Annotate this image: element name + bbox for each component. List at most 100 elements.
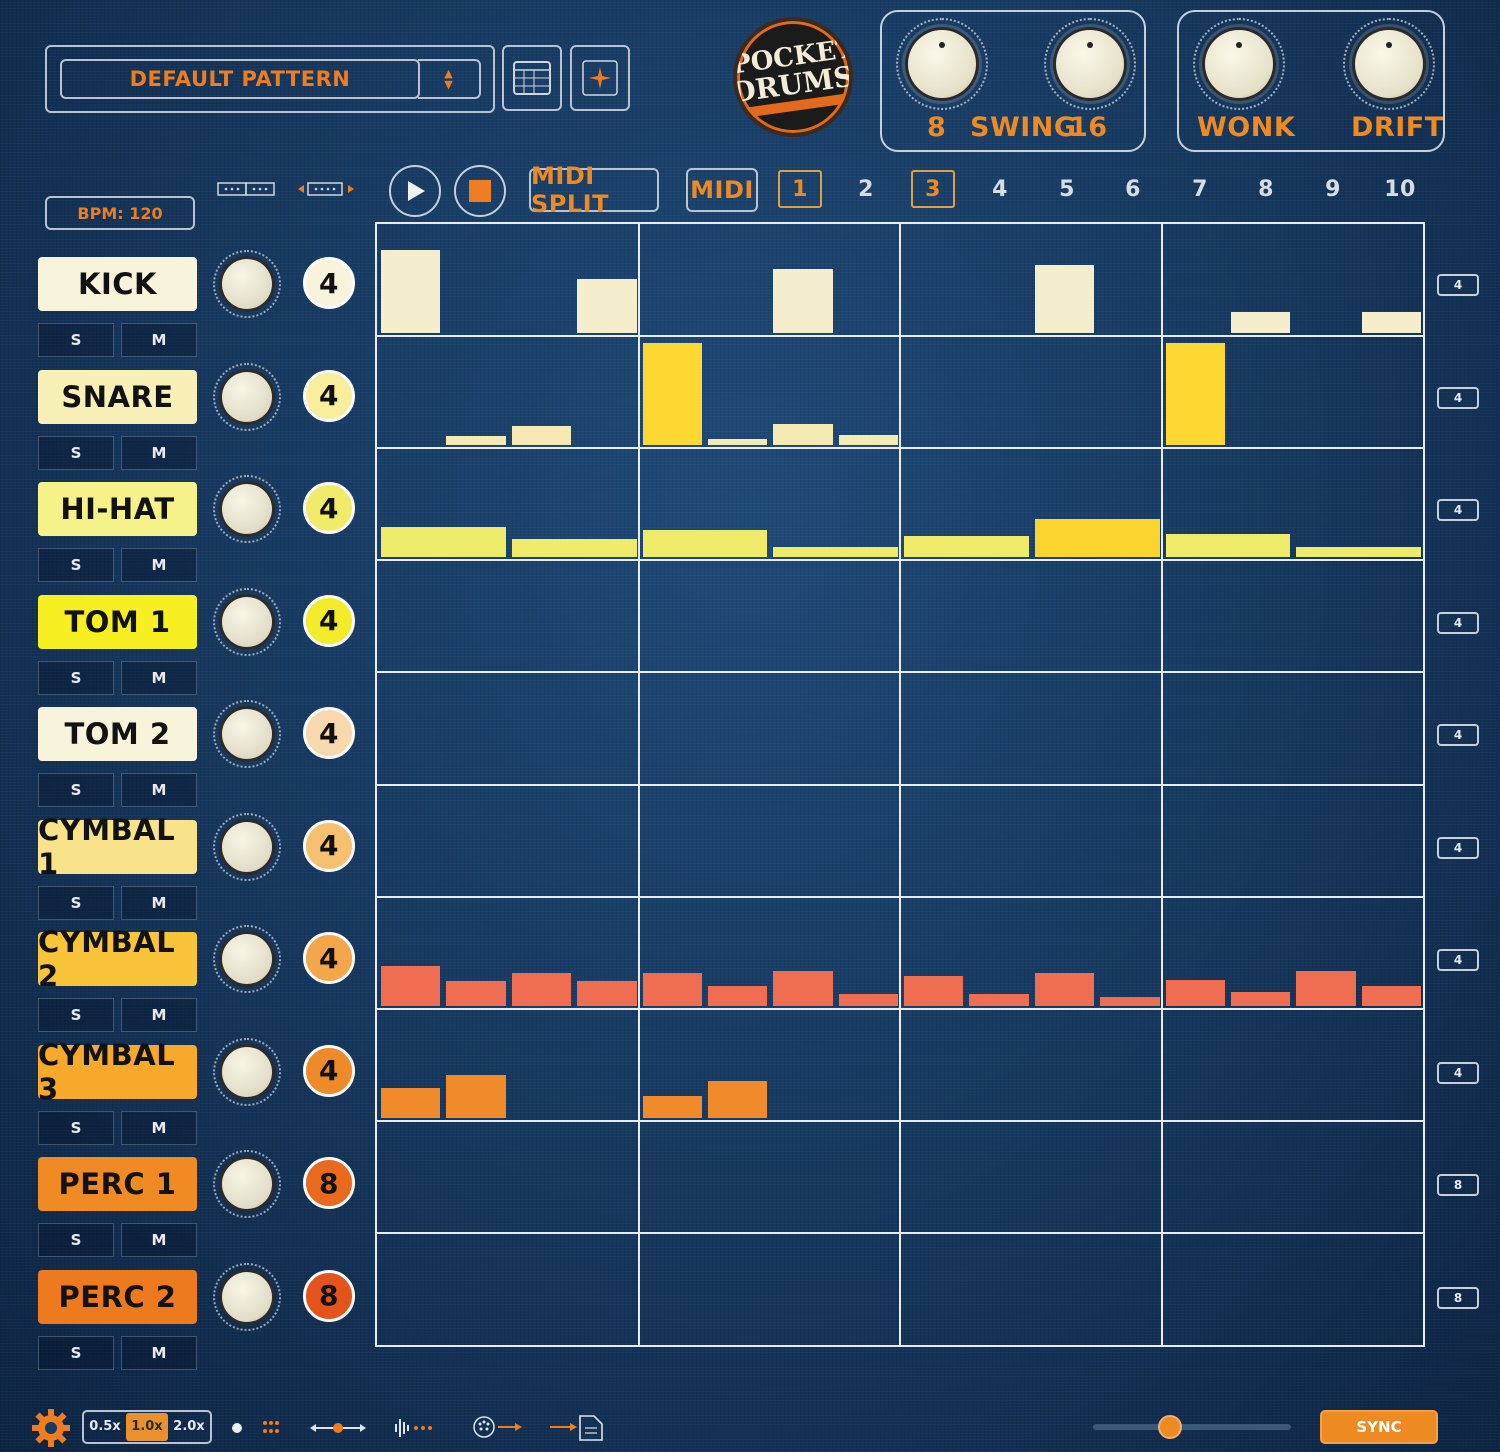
step-velocity-bar[interactable] [381,527,506,558]
step-velocity-bar[interactable] [1361,312,1421,334]
track-volume-knob-kick[interactable] [213,250,281,318]
solo-button-cymbal-2[interactable]: S [38,998,114,1032]
step-velocity-bar[interactable] [1034,518,1160,558]
track-volume-knob-perc-1[interactable] [213,1150,281,1218]
step-velocity-bar[interactable] [1034,265,1095,334]
track-steps-snare[interactable]: 4 [303,369,355,422]
track-volume-knob-snare[interactable] [213,362,281,431]
step-velocity-bar[interactable] [511,973,572,1006]
step-velocity-bar[interactable] [1296,546,1421,558]
step-velocity-bar[interactable] [1230,312,1291,334]
step-velocity-bar[interactable] [446,435,506,446]
track-label-cymbal-3[interactable]: CYMBAL 3 [38,1038,197,1106]
track-steps-perc-1[interactable]: 8 [303,1157,355,1209]
midi-split-button[interactable]: MIDI SPLIT [529,162,659,218]
speed-option[interactable]: 0.5x [84,1413,126,1441]
track-step-count-snare[interactable]: 4 [1437,386,1479,409]
step-velocity-bar[interactable] [1296,971,1356,1006]
mute-button-perc-1[interactable]: M [121,1223,197,1257]
step-velocity-bar[interactable] [969,994,1029,1006]
track-label-tom-1[interactable]: TOM 1 [38,594,197,649]
pattern-slot-2[interactable]: 2 [844,170,888,208]
solo-button-cymbal-1[interactable]: S [38,885,114,920]
track-volume-knob-cymbal-3[interactable] [213,1037,281,1106]
gear-icon[interactable] [30,1407,72,1449]
step-dots-icon[interactable] [230,1418,290,1438]
sync-button[interactable]: SYNC [1320,1410,1438,1444]
track-label-hi-hat[interactable]: HI-HAT [38,482,197,536]
solo-button-perc-2[interactable]: S [38,1335,114,1370]
step-velocity-bar[interactable] [707,1081,768,1118]
mute-button-cymbal-2[interactable]: M [121,998,197,1032]
step-velocity-bar[interactable] [773,546,898,558]
step-velocity-bar[interactable] [838,994,898,1006]
midi-button[interactable]: MIDI [686,168,758,212]
step-velocity-bar[interactable] [381,966,441,1006]
step-velocity-bar[interactable] [642,973,702,1006]
shift-pattern-icon[interactable] [296,180,356,198]
track-step-count-kick[interactable]: 4 [1437,274,1479,296]
mute-button-perc-2[interactable]: M [121,1335,197,1370]
solo-button-tom-1[interactable]: S [38,660,114,695]
swing-16-knob[interactable] [1044,18,1136,110]
step-velocity-bar[interactable] [642,1095,702,1118]
step-velocity-bar[interactable] [577,278,637,334]
track-steps-cymbal-2[interactable]: 4 [303,932,355,984]
step-velocity-bar[interactable] [511,426,572,446]
mute-button-kick[interactable]: M [121,323,197,357]
step-velocity-bar[interactable] [773,424,833,446]
step-velocity-bar[interactable] [577,980,637,1006]
pattern-slot-6[interactable]: 6 [1111,170,1155,208]
track-steps-hi-hat[interactable]: 4 [303,482,355,534]
step-velocity-bar[interactable] [511,538,637,558]
track-steps-perc-2[interactable]: 8 [303,1269,355,1322]
midi-out-icon[interactable] [472,1414,524,1440]
mute-button-cymbal-3[interactable]: M [121,1110,197,1145]
track-label-tom-2[interactable]: TOM 2 [38,707,197,761]
mute-button-cymbal-1[interactable]: M [121,885,197,920]
stop-button[interactable] [454,165,506,217]
step-velocity-bar[interactable] [1165,534,1291,558]
export-file-icon[interactable] [548,1412,606,1442]
speed-option[interactable]: 2.0x [168,1413,210,1441]
pattern-slot-7[interactable]: 7 [1178,170,1222,208]
step-velocity-bar[interactable] [838,434,898,446]
track-step-count-tom-1[interactable]: 4 [1437,611,1479,634]
track-volume-knob-hi-hat[interactable] [213,475,281,543]
step-velocity-bar[interactable] [1034,973,1095,1006]
nudge-icon[interactable] [308,1418,368,1438]
track-label-cymbal-2[interactable]: CYMBAL 2 [38,925,197,993]
solo-button-cymbal-3[interactable]: S [38,1110,114,1145]
step-velocity-bar[interactable] [1100,997,1160,1006]
track-label-kick[interactable]: KICK [38,257,197,311]
track-volume-knob-perc-2[interactable] [213,1262,281,1331]
track-volume-knob-cymbal-2[interactable] [213,925,281,993]
track-label-cymbal-1[interactable]: CYMBAL 1 [38,813,197,881]
randomize-button[interactable] [570,45,630,111]
track-steps-tom-1[interactable]: 4 [303,594,355,647]
track-step-count-perc-1[interactable]: 8 [1437,1174,1479,1196]
step-velocity-bar[interactable] [381,249,441,334]
volume-slider-track[interactable] [1093,1424,1291,1430]
track-step-count-cymbal-1[interactable]: 4 [1437,836,1479,859]
step-velocity-bar[interactable] [446,1075,506,1118]
wonk-knob[interactable] [1193,18,1285,110]
track-steps-tom-2[interactable]: 4 [303,707,355,759]
solo-button-perc-1[interactable]: S [38,1223,114,1257]
solo-button-hi-hat[interactable]: S [38,548,114,582]
step-velocity-bar[interactable] [904,975,964,1006]
pattern-slot-9[interactable]: 9 [1311,170,1355,208]
volume-slider-thumb[interactable] [1160,1417,1181,1437]
play-button[interactable] [389,165,441,217]
mute-button-snare[interactable]: M [121,435,197,470]
pattern-slot-3[interactable]: 3 [911,170,955,208]
step-velocity-bar[interactable] [707,438,768,446]
track-step-count-cymbal-2[interactable]: 4 [1437,949,1479,971]
pattern-slot-4[interactable]: 4 [978,170,1022,208]
step-velocity-bar[interactable] [381,1087,441,1118]
track-step-count-hi-hat[interactable]: 4 [1437,499,1479,521]
track-volume-knob-tom-1[interactable] [213,587,281,656]
track-step-count-perc-2[interactable]: 8 [1437,1286,1479,1309]
mute-button-tom-1[interactable]: M [121,660,197,695]
pattern-slot-10[interactable]: 10 [1378,170,1422,208]
